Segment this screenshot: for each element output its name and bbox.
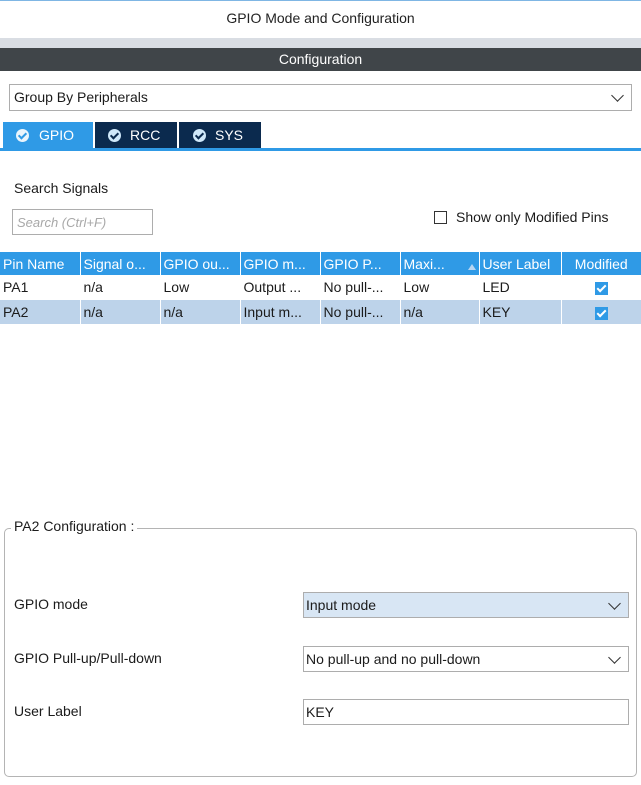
user-label-input[interactable]: KEY (303, 699, 629, 725)
table-cell: Input m... (240, 299, 321, 325)
tab-label: RCC (130, 127, 161, 143)
tab-sys[interactable]: SYS (179, 122, 261, 149)
pin-table: Pin Name Signal o... GPIO ou... GPIO m..… (0, 252, 641, 325)
tab-underline (0, 148, 641, 151)
group-by-value: Group By Peripherals (14, 89, 148, 105)
table-cell: n/a (80, 275, 161, 300)
sort-icon (467, 263, 476, 270)
column-header[interactable]: GPIO m... (240, 252, 321, 275)
search-input[interactable] (12, 209, 153, 235)
gpio-mode-label: GPIO mode (14, 596, 88, 612)
search-signals-heading: Search Signals (14, 180, 109, 196)
column-header[interactable]: User Label (479, 252, 562, 275)
table-row-selected[interactable]: PA2 n/a n/a Input m... No pull-... n/a K… (0, 299, 641, 325)
tab-gpio[interactable]: GPIO (3, 122, 93, 149)
table-cell: n/a (400, 299, 480, 325)
table-cell: LED (479, 275, 562, 300)
modified-cell (561, 275, 641, 300)
check-circle-icon (108, 129, 121, 142)
table-cell: Output ... (240, 275, 321, 300)
chevron-down-icon (608, 651, 621, 664)
configuration-header: Configuration (0, 48, 641, 71)
checkbox-checked-icon (594, 281, 608, 295)
tab-rcc[interactable]: RCC (95, 122, 177, 149)
gpio-pull-value: No pull-up and no pull-down (306, 651, 481, 667)
panel-title: GPIO Mode and Configuration (226, 10, 415, 26)
tab-label: SYS (215, 127, 244, 143)
chevron-down-icon (608, 597, 621, 610)
table-row[interactable]: PA1 n/a Low Output ... No pull-... Low L… (0, 275, 641, 300)
table-header-row: Pin Name Signal o... GPIO ou... GPIO m..… (0, 252, 641, 275)
table-cell: n/a (80, 299, 161, 325)
table-cell: No pull-... (320, 275, 401, 300)
user-label-value: KEY (306, 704, 335, 720)
column-header-sorted[interactable]: Maxi... (400, 252, 480, 275)
gpio-mode-value: Input mode (306, 597, 377, 613)
column-header[interactable]: GPIO ou... (160, 252, 241, 275)
table-cell: Low (160, 275, 241, 300)
modified-cell (561, 299, 641, 325)
column-header[interactable]: Signal o... (80, 252, 161, 275)
tab-label: GPIO (39, 127, 75, 143)
group-by-select[interactable]: Group By Peripherals (9, 84, 632, 111)
column-header[interactable]: Modified (561, 252, 641, 275)
pin-configuration-legend: PA2 Configuration : (11, 518, 138, 534)
show-modified-checkbox[interactable] (434, 211, 447, 224)
check-circle-icon (193, 129, 206, 142)
table-cell: Low (400, 275, 480, 300)
table-cell: No pull-... (320, 299, 401, 325)
table-cell: n/a (160, 299, 241, 325)
column-header[interactable]: Pin Name (0, 252, 81, 275)
table-cell: KEY (479, 299, 562, 325)
separator-strip (0, 38, 641, 48)
table-cell: PA2 (0, 299, 81, 325)
check-circle-icon (16, 129, 29, 142)
column-header[interactable]: GPIO P... (320, 252, 401, 275)
chevron-down-icon (611, 89, 624, 102)
show-modified-label[interactable]: Show only Modified Pins (456, 209, 609, 225)
gpio-pull-label: GPIO Pull-up/Pull-down (14, 650, 162, 666)
table-cell: PA1 (0, 275, 81, 300)
checkbox-checked-icon (594, 306, 608, 320)
user-label-label: User Label (14, 703, 82, 719)
gpio-mode-select[interactable]: Input mode (303, 592, 629, 618)
column-header-label: Maxi... (403, 255, 445, 272)
gpio-pull-select[interactable]: No pull-up and no pull-down (303, 646, 629, 672)
